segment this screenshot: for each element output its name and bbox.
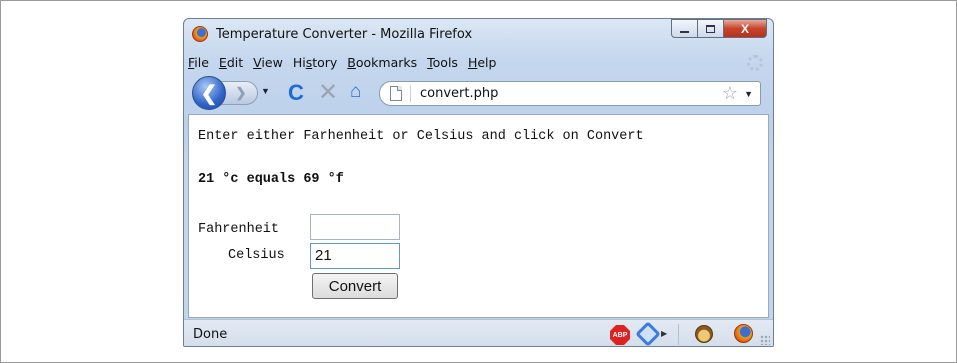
firefox-icon <box>192 26 208 42</box>
history-dropdown-icon[interactable]: ▼ <box>261 86 270 96</box>
forward-icon: ❯ <box>235 85 247 100</box>
close-icon: X <box>740 21 749 36</box>
menu-edit[interactable]: Edit <box>219 55 243 70</box>
url-dropdown-icon[interactable]: ▼ <box>744 89 753 99</box>
window-title: Temperature Converter - Mozilla Firefox <box>216 27 473 42</box>
stop-icon[interactable]: ✕ <box>318 78 338 107</box>
fahrenheit-input[interactable] <box>310 214 400 240</box>
maximize-button[interactable] <box>697 19 724 38</box>
greasemonkey-icon[interactable] <box>695 325 713 343</box>
instruction-text: Enter either Farhenheit or Celsius and c… <box>198 129 644 144</box>
bookmark-star-icon[interactable]: ☆ <box>722 83 738 104</box>
home-icon[interactable]: ⌂ <box>350 81 361 103</box>
close-button[interactable]: X <box>723 19 767 38</box>
celsius-input[interactable]: 21 <box>310 243 400 269</box>
celsius-label: Celsius <box>228 248 285 263</box>
url-text[interactable]: convert.php <box>420 86 498 101</box>
menu-file[interactable]: File <box>188 55 209 70</box>
navigation-toolbar: ❯ ❮ ▼ C ✕ ⌂ convert.php ☆ ▼ <box>184 75 773 111</box>
resize-grip-icon[interactable] <box>760 335 770 345</box>
fahrenheit-label: Fahrenheit <box>198 222 280 237</box>
menu-bar: File Edit View History Bookmarks Tools H… <box>188 51 506 73</box>
back-icon: ❮ <box>200 82 218 105</box>
adblock-icon[interactable]: ABP <box>610 325 630 345</box>
back-button[interactable]: ❮ <box>192 76 226 110</box>
title-bar: Temperature Converter - Mozilla Firefox … <box>184 19 773 49</box>
firefox-status-icon[interactable] <box>734 324 753 343</box>
status-separator <box>678 324 679 345</box>
reload-icon[interactable]: C <box>288 80 304 106</box>
extension-arrow-icon[interactable]: ▶ <box>661 329 667 338</box>
caption-buttons: X <box>671 19 767 38</box>
menu-tools[interactable]: Tools <box>427 55 458 70</box>
browser-window: Temperature Converter - Mozilla Firefox … <box>183 18 774 347</box>
status-text: Done <box>193 327 228 342</box>
menu-view[interactable]: View <box>253 55 283 70</box>
page-icon <box>390 86 402 101</box>
minimize-icon <box>680 30 689 33</box>
convert-button[interactable]: Convert <box>312 273 398 299</box>
menu-history[interactable]: History <box>293 55 337 70</box>
menu-help[interactable]: Help <box>468 55 497 70</box>
url-bar[interactable]: convert.php ☆ ▼ <box>379 81 761 106</box>
url-separator <box>410 85 411 102</box>
page-content: Enter either Farhenheit or Celsius and c… <box>188 114 769 318</box>
maximize-icon <box>706 24 715 33</box>
status-bar: Done ABP ▶ <box>184 319 773 346</box>
extension-icon[interactable] <box>635 321 661 346</box>
minimize-button[interactable] <box>671 19 698 38</box>
throbber-icon <box>747 55 763 71</box>
conversion-result: 21 °c equals 69 °f <box>198 172 344 187</box>
menu-bookmarks[interactable]: Bookmarks <box>347 55 417 70</box>
